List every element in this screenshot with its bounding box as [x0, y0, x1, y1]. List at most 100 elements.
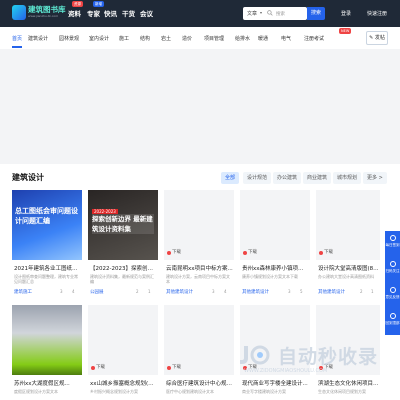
- float-top-label: 回到顶部: [385, 321, 400, 325]
- card-description: 康养小镇规划设计方案文本下载: [242, 274, 298, 279]
- card-likes: 4: [224, 289, 227, 294]
- card-description: 建筑设计资料集，最新规范与案例汇编: [90, 274, 154, 284]
- calendar-icon: [389, 235, 396, 241]
- cat-item-interior[interactable]: 室内设计: [89, 35, 109, 42]
- filter-more[interactable]: 更多 >: [363, 172, 387, 184]
- resource-card[interactable]: 下载 xx山城乡振塞概念规划(13... 乡村振兴概念规划设计方案: [88, 305, 158, 400]
- resource-card[interactable]: 下载 设计院大堂高清版图(80... 办公建筑大堂设计高清图纸资料 其他建筑设计…: [316, 190, 380, 299]
- card-title[interactable]: 综合医疗建筑设计中心规划...: [166, 379, 233, 387]
- topnav-item-resources[interactable]: 资料: [68, 8, 81, 18]
- publish-label: 发帖: [374, 35, 385, 41]
- search-input[interactable]: 搜索: [276, 11, 285, 17]
- card-thumbnail: 下载: [164, 305, 234, 375]
- new-badge: NEW: [339, 28, 352, 34]
- cat-item-electrical[interactable]: 电气: [281, 35, 291, 42]
- card-description: 生态文化休闲项目规划方案: [318, 389, 366, 394]
- float-feedback[interactable]: 意见反馈: [385, 283, 400, 309]
- card-title[interactable]: xx山城乡振塞概念规划(13...: [90, 379, 157, 387]
- arrow-up-icon: [389, 313, 396, 319]
- card-title[interactable]: 滨湖生态文化休闲项目规...: [318, 379, 380, 387]
- card-category[interactable]: 其他建筑设计: [242, 289, 269, 295]
- thumbnail-caption: 总工图纸会审问题设计问题汇编: [15, 207, 78, 225]
- cat-item-construction[interactable]: 施工: [119, 35, 129, 42]
- card-description: 度假区规划设计方案文本: [14, 389, 58, 394]
- card-category[interactable]: 建筑施工: [14, 289, 32, 295]
- float-feedback-label: 意见反馈: [385, 295, 400, 299]
- logo-mark-icon: [12, 5, 26, 20]
- resource-card[interactable]: 下载 综合医疗建筑设计中心规划... 医疗中心规划建筑设计文本: [164, 305, 234, 400]
- filter-urban[interactable]: 城市规划: [333, 172, 362, 184]
- topnav-item-articles[interactable]: 干货: [122, 8, 135, 18]
- search-type-select[interactable]: 文章: [247, 10, 257, 17]
- chevron-down-icon: ▾: [260, 10, 263, 15]
- topnav-badge-resources: 资源: [72, 1, 83, 7]
- download-label: 下载: [172, 365, 181, 370]
- card-title[interactable]: 云南昆明xx项目中标方案...: [166, 264, 233, 272]
- topnav-item-news[interactable]: 快讯: [104, 8, 117, 18]
- filter-all[interactable]: 全部: [221, 172, 240, 184]
- card-thumbnail: 下载: [240, 190, 310, 260]
- watermark-text: 自动秒收录: [278, 346, 379, 368]
- download-icon: [91, 366, 95, 370]
- card-description: 设计图纸审查问题整理，建筑专业常见问题汇总: [14, 274, 78, 284]
- card-thumbnail: 2022-2023 探索创新边界 最新建筑设计资料集: [88, 190, 158, 260]
- resource-card[interactable]: 下载 贵州xx森林康养小镇项目规... 康养小镇规划设计方案文本下载 其他建筑设…: [240, 190, 310, 299]
- card-title[interactable]: 【2022-2023】探索创新...: [90, 264, 157, 272]
- float-follow-label: 扫码关注: [385, 269, 400, 273]
- cat-item-project-mgmt[interactable]: 项目管理: [204, 35, 224, 42]
- resource-card[interactable]: 苏州xx大湖度假区规... 度假区规划设计方案文本: [12, 305, 82, 400]
- card-likes: 1: [371, 289, 374, 294]
- card-likes: 4: [72, 289, 75, 294]
- card-thumbnail: 下载: [316, 190, 380, 260]
- download-icon: [167, 251, 171, 255]
- cat-item-structure[interactable]: 结构: [140, 35, 150, 42]
- card-category[interactable]: 其他建筑设计: [318, 289, 345, 295]
- download-label: 下载: [248, 250, 257, 255]
- card-title[interactable]: 2021年建筑各业工图纸会...: [14, 264, 81, 272]
- card-title[interactable]: 现代商业写字楼全建设计...: [242, 379, 309, 387]
- card-description: 商业写字楼建筑设计方案: [242, 389, 286, 394]
- floating-action-bar: 每日签到 扫码关注 意见反馈 回到顶部: [385, 231, 400, 335]
- card-category[interactable]: 公园展: [90, 289, 104, 295]
- cat-item-cost[interactable]: 造价: [182, 35, 192, 42]
- card-title[interactable]: 苏州xx大湖度假区规...: [14, 379, 81, 387]
- float-follow[interactable]: 扫码关注: [385, 257, 400, 283]
- search-box[interactable]: 文章 ▾ 搜索: [243, 7, 307, 20]
- filter-standards[interactable]: 设计规范: [243, 172, 272, 184]
- feedback-icon: [389, 287, 396, 293]
- download-icon: [319, 251, 323, 255]
- card-views: 2: [360, 289, 363, 294]
- publish-button[interactable]: ✎ 发帖: [366, 31, 388, 45]
- resource-card[interactable]: 总工图纸会审问题设计问题汇编 2021年建筑各业工图纸会... 设计图纸审查问题…: [12, 190, 82, 299]
- active-tab-indicator: [12, 46, 22, 48]
- card-title[interactable]: 贵州xx森林康养小镇项目规...: [242, 264, 309, 272]
- download-icon: [243, 251, 247, 255]
- filter-commercial[interactable]: 商业建筑: [303, 172, 332, 184]
- register-link[interactable]: 快速注册: [367, 10, 387, 17]
- cat-item-home[interactable]: 首页: [12, 35, 22, 42]
- card-category[interactable]: 其他建筑设计: [166, 289, 193, 295]
- cat-item-plumbing[interactable]: 给排水: [235, 35, 250, 42]
- cat-item-exams[interactable]: 注册考试: [304, 35, 324, 42]
- float-checkin[interactable]: 每日签到: [385, 231, 400, 257]
- site-logo[interactable]: 建筑图书库 www.jianzhu-tk.com: [12, 4, 66, 23]
- download-label: 下载: [96, 365, 105, 370]
- cat-item-architecture[interactable]: 建筑设计: [28, 35, 48, 42]
- float-top[interactable]: 回到顶部: [385, 309, 400, 335]
- topnav-item-experts[interactable]: 专家: [87, 8, 100, 18]
- login-link[interactable]: 登录: [341, 10, 351, 17]
- cat-item-landscape[interactable]: 园林景观: [59, 35, 79, 42]
- card-description: 建筑设计方案，云南项目中标方案文本: [166, 274, 230, 284]
- topnav-item-meetings[interactable]: 会议: [140, 8, 153, 18]
- thumbnail-caption: 探索创新边界 最新建筑设计资料集: [92, 214, 154, 234]
- cat-item-hvac[interactable]: 暖通: [258, 35, 268, 42]
- card-views: 3: [60, 289, 63, 294]
- search-button[interactable]: 搜索: [307, 7, 325, 20]
- resource-card[interactable]: 下载 云南昆明xx项目中标方案... 建筑设计方案，云南项目中标方案文本 其他建…: [164, 190, 234, 299]
- card-title[interactable]: 设计院大堂高清版图(80...: [318, 264, 380, 272]
- card-likes: 5: [300, 289, 303, 294]
- logo-subtext: www.jianzhu-tk.com: [28, 14, 59, 18]
- resource-card[interactable]: 2022-2023 探索创新边界 最新建筑设计资料集 【2022-2023】探索…: [88, 190, 158, 299]
- filter-office[interactable]: 办公建筑: [273, 172, 302, 184]
- cat-item-geotech[interactable]: 岩土: [161, 35, 171, 42]
